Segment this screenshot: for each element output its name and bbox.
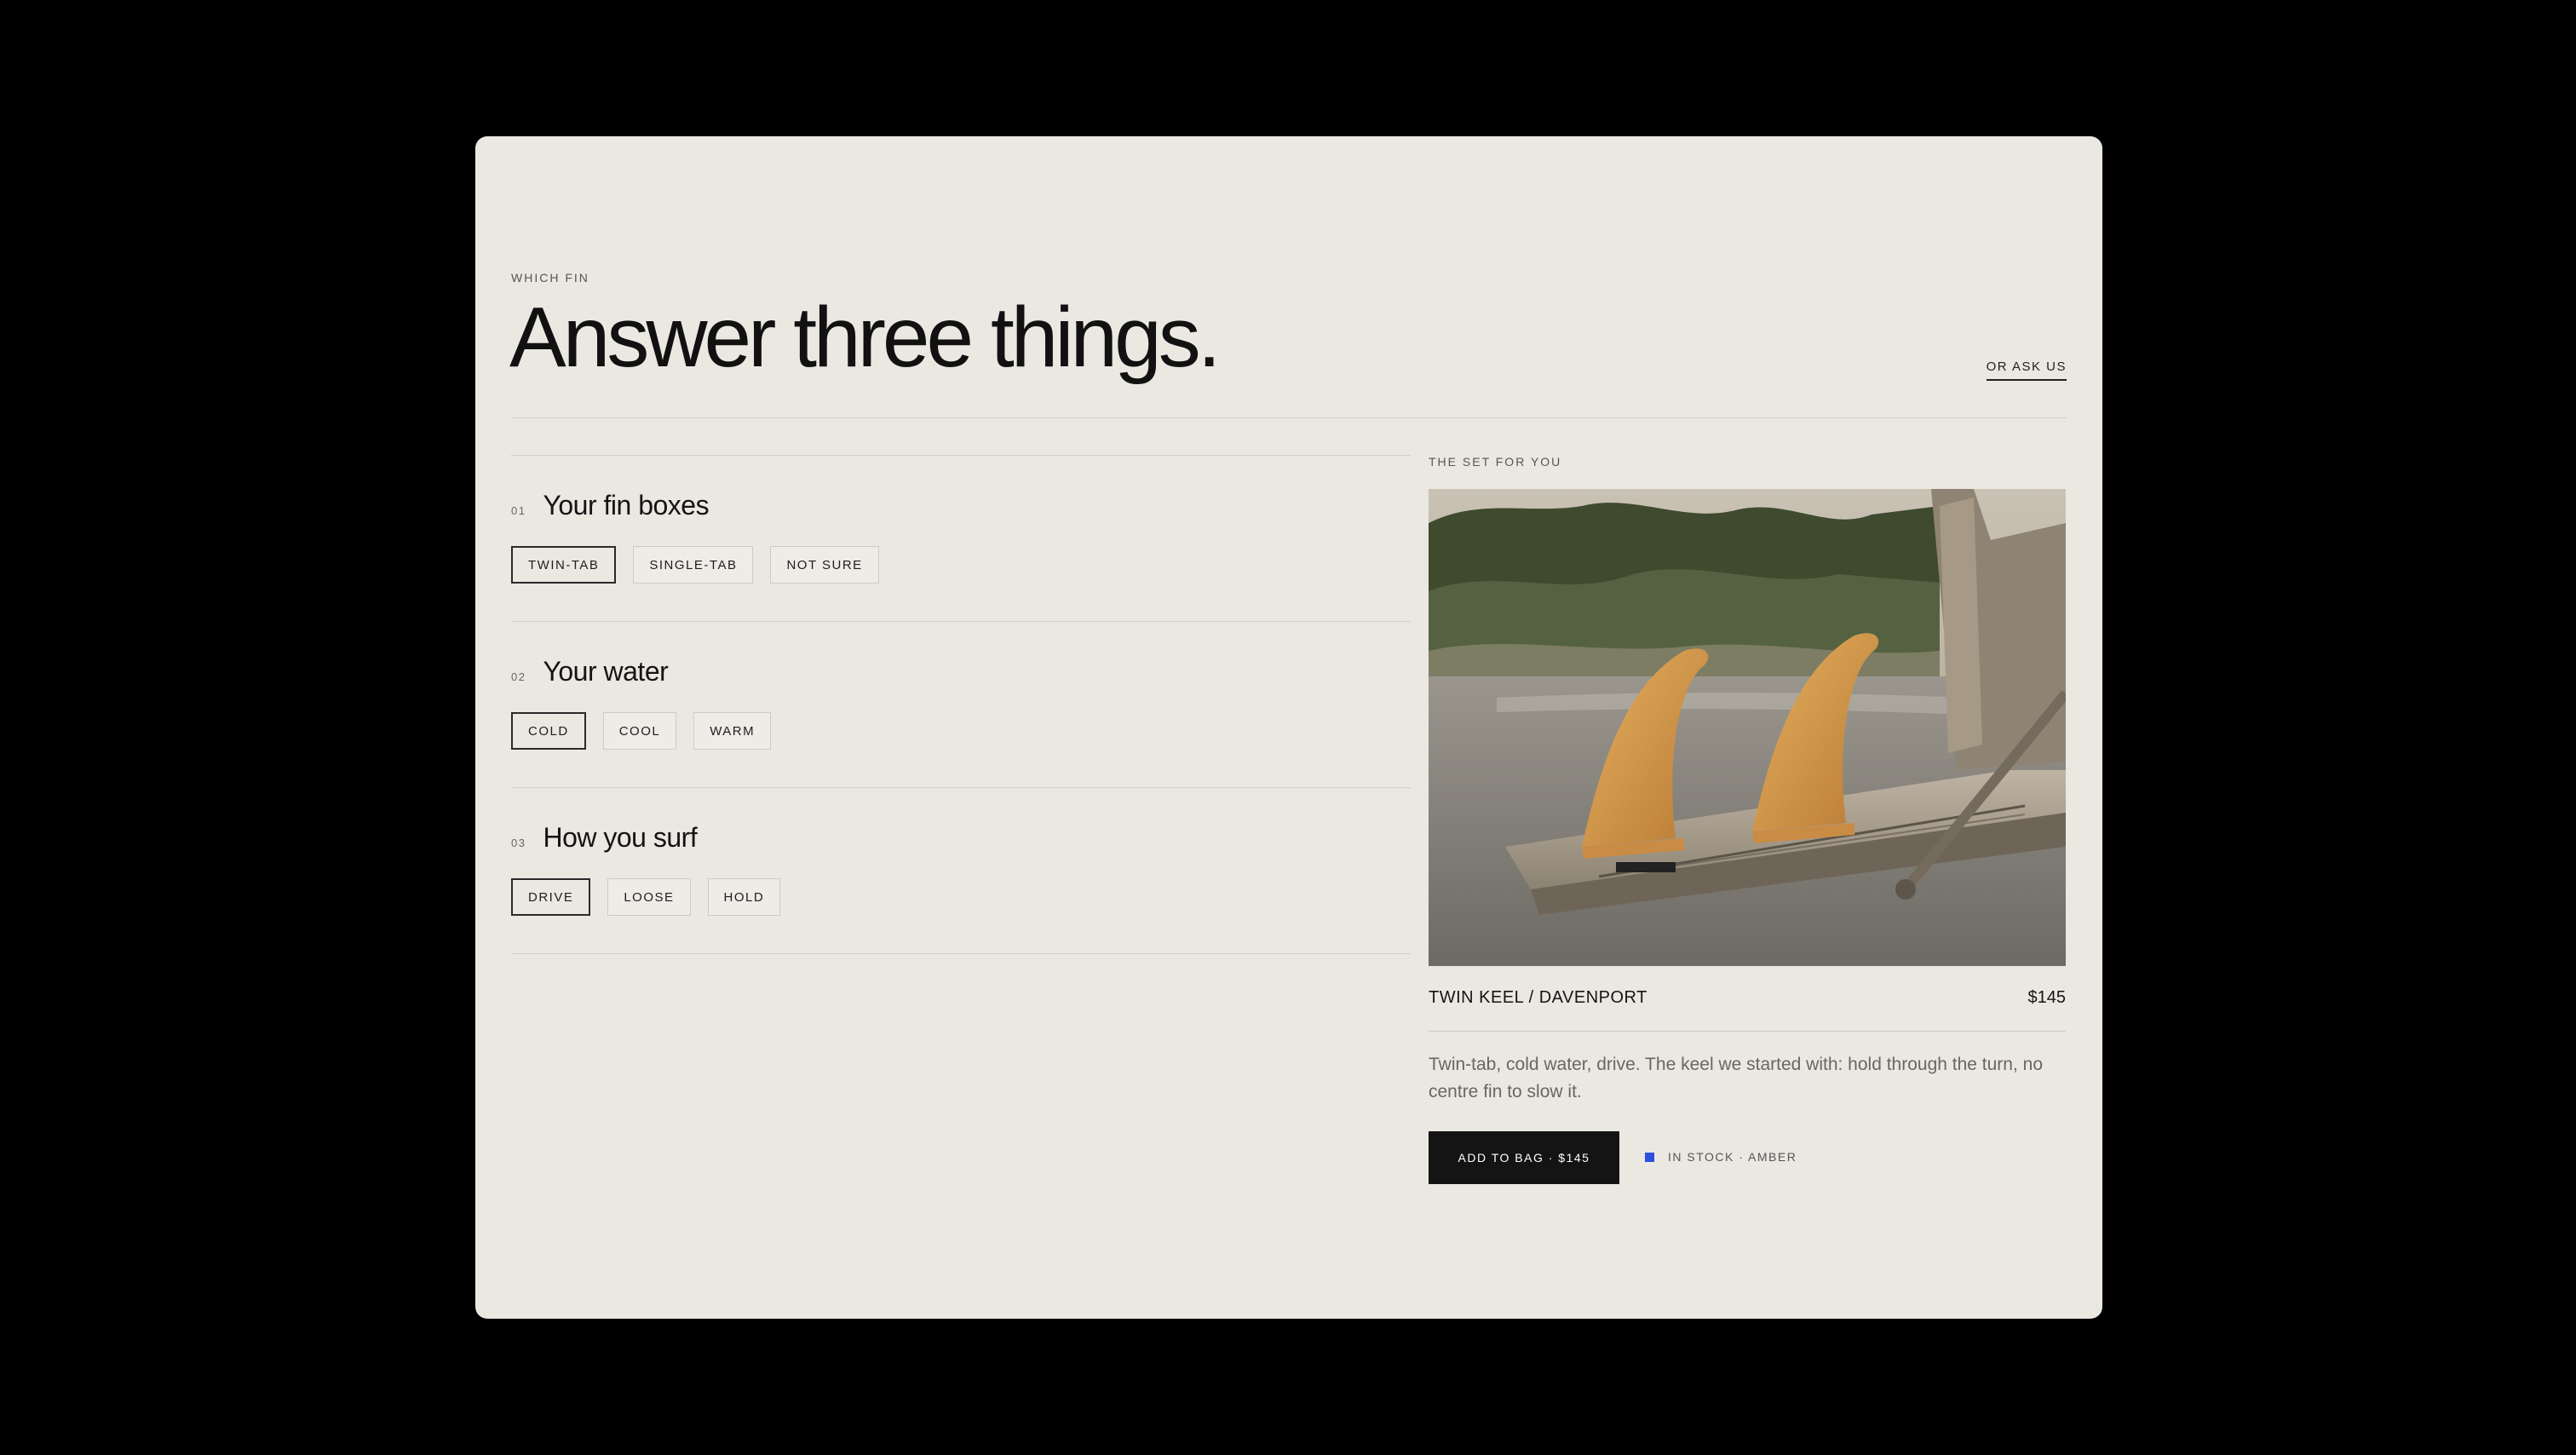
stock-label: IN STOCK · AMBER: [1668, 1150, 1797, 1164]
question-title: How you surf: [543, 822, 698, 853]
question-surf-style: 03 How you surf DRIVE LOOSE HOLD: [511, 787, 1411, 954]
question-number: 03: [511, 837, 526, 849]
option-loose[interactable]: LOOSE: [607, 878, 691, 916]
option-warm[interactable]: WARM: [693, 712, 772, 750]
option-cold[interactable]: COLD: [511, 712, 586, 750]
questions-list: 01 Your fin boxes TWIN-TAB SINGLE-TAB NO…: [511, 455, 1411, 954]
product-photo: [1429, 489, 2066, 966]
result-divider: [1429, 1031, 2066, 1032]
header-divider: [511, 417, 2067, 418]
question-number: 02: [511, 670, 526, 683]
result-label: THE SET FOR YOU: [1429, 455, 1562, 469]
stock-indicator-icon: [1645, 1152, 1654, 1162]
option-twin-tab[interactable]: TWIN-TAB: [511, 546, 617, 584]
product-name: TWIN KEEL / DAVENPORT: [1429, 988, 1647, 1007]
stock-status: IN STOCK · AMBER: [1645, 1150, 1797, 1164]
option-cool[interactable]: COOL: [602, 712, 677, 750]
page-title: Answer three things.: [509, 290, 1222, 385]
product-description: Twin-tab, cold water, drive. The keel we…: [1429, 1055, 2044, 1101]
question-water: 02 Your water COLD COOL WARM: [511, 621, 1411, 787]
question-fin-boxes: 01 Your fin boxes TWIN-TAB SINGLE-TAB NO…: [511, 455, 1411, 621]
add-to-bag-button[interactable]: ADD TO BAG · $145: [1429, 1131, 1619, 1184]
option-hold[interactable]: HOLD: [707, 878, 781, 916]
question-title: Your fin boxes: [543, 490, 710, 520]
question-number: 01: [511, 504, 526, 517]
fin-finder-panel: WHICH FIN Answer three things. OR ASK US…: [475, 136, 2102, 1319]
ask-us-link[interactable]: OR ASK US: [1986, 359, 2067, 381]
eyebrow-label: WHICH FIN: [511, 271, 589, 285]
option-not-sure[interactable]: NOT SURE: [770, 546, 879, 584]
option-single-tab[interactable]: SINGLE-TAB: [633, 546, 754, 584]
question-title: Your water: [543, 656, 669, 687]
option-drive[interactable]: DRIVE: [511, 878, 591, 916]
product-price: $145: [2027, 988, 2067, 1007]
